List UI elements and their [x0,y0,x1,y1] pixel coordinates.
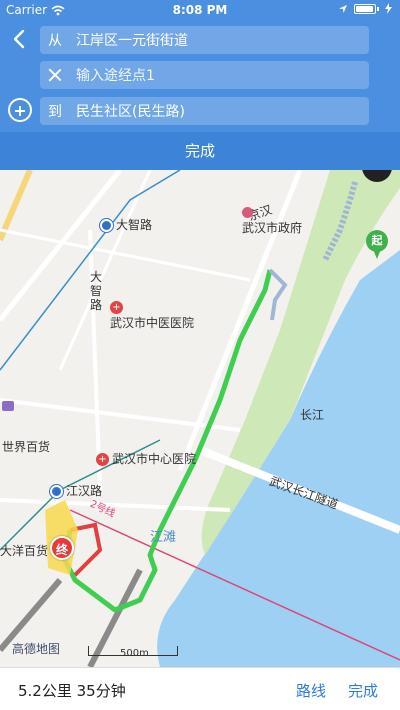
origin-field[interactable]: 从 江岸区一元街街道 [40,26,369,54]
map-view[interactable]: 大智路 大 智 路 京汉 武汉市政府 + 武汉市中医医院 世界百货 + 武汉市中心… [0,170,400,667]
jiangtan-label: 江滩 [150,530,177,545]
road-dazhi-label: 大 智 路 [90,270,103,312]
hospital-icon: + [96,453,109,466]
poi-world-dept-label: 世界百货 [2,440,51,454]
destination-prefix: 到 [48,104,62,120]
route-line-start [268,268,288,321]
destination-value: 民生社区(民生路) [76,104,185,120]
poi-label: 武汉市中心医院 [112,452,197,466]
amap-logo: 高德地图 [12,642,61,656]
poi-world-dept-store[interactable] [2,398,17,412]
route-button[interactable]: 路线 [296,680,326,701]
status-icons [338,3,392,14]
poi-tcm-hospital[interactable]: + [110,300,126,314]
route-input-panel: 从 江岸区一元街街道 输入途经点1 到 民生社区(民生路) [0,20,400,132]
bottom-done-button[interactable]: 完成 [348,680,378,701]
shopping-icon [2,400,14,411]
poi-city-government[interactable] [242,205,256,219]
river-label: 长江 [300,408,325,422]
poi-tcm-hospital-label: 武汉市中医医院 [110,316,195,330]
add-waypoint-icon[interactable] [8,98,32,122]
poi-city-government-label: 武汉市政府 [242,221,303,235]
scale-label: 500m [120,648,149,659]
poi-dayang-label: 大洋百货 [0,544,49,558]
battery-cap [377,6,379,11]
route-summary: 5.2公里 35分钟 [18,682,126,700]
remove-waypoint-icon[interactable] [48,68,62,82]
charging-icon [385,3,392,14]
government-icon [242,207,253,218]
poi-central-hospital[interactable]: + 武汉市中心医院 [96,450,196,467]
waypoint-placeholder: 输入途经点1 [76,68,155,84]
back-arrow-icon[interactable] [10,28,30,50]
poi-label: 大智路 [116,218,153,232]
done-button[interactable]: 完成 [0,132,400,170]
location-arrow-icon [339,4,347,13]
origin-prefix: 从 [48,33,62,49]
end-marker[interactable]: 终 [50,536,74,560]
destination-field[interactable]: 到 民生社区(民生路) [40,97,369,125]
metro-icon [50,485,63,498]
hospital-icon: + [110,301,123,314]
poi-dazhi-road[interactable]: 大智路 [100,216,152,233]
road [58,170,152,371]
map-canvas [0,170,400,667]
metro-icon [100,219,113,232]
waypoint-field[interactable]: 输入途经点1 [40,61,369,89]
start-marker[interactable]: 起 [366,230,388,259]
battery-icon [354,3,376,14]
origin-value: 江岸区一元街街道 [76,33,188,49]
bottom-bar: 5.2公里 35分钟 路线 完成 [0,667,400,710]
status-bar: Carrier 8:08 PM [0,0,400,20]
